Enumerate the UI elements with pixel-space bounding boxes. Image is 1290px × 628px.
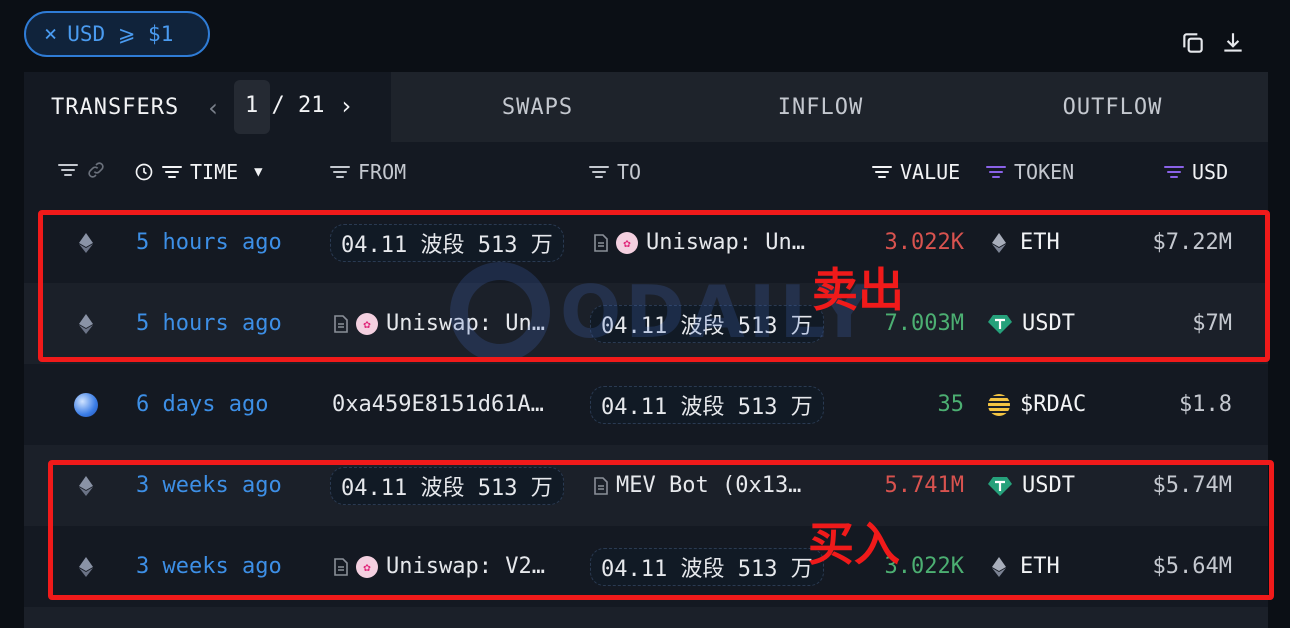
prev-page-button[interactable]: ‹ <box>206 94 220 122</box>
filter-icon[interactable] <box>872 165 892 179</box>
rdac-icon <box>988 393 1010 416</box>
tab-swaps[interactable]: SWAPS <box>391 72 684 142</box>
filter-icon[interactable] <box>1164 165 1184 179</box>
usd-filter-chip[interactable]: × USD ⩾ $1 <box>24 11 210 57</box>
table-row[interactable]: 6 days ago 0xa459E8151d61A… 04.11 波段 513… <box>24 364 1268 445</box>
usd-cell: $1.8 <box>1179 392 1232 417</box>
toolbar-icons <box>1180 30 1246 56</box>
usd-header[interactable]: USD <box>1164 160 1228 184</box>
link-icon[interactable] <box>86 160 106 180</box>
time-cell[interactable]: 6 days ago <box>136 364 268 445</box>
from-cell[interactable]: 0xa459E8151d61A… <box>332 364 572 445</box>
value-header[interactable]: VALUE <box>872 160 960 184</box>
buy-annotation: 买入 <box>808 517 900 571</box>
token-header[interactable]: TOKEN <box>986 160 1074 184</box>
token-cell[interactable]: $RDAC <box>988 364 1086 445</box>
download-icon[interactable] <box>1220 30 1246 56</box>
filter-icon[interactable] <box>986 165 1006 179</box>
token-header-label: TOKEN <box>1014 160 1075 184</box>
filter-icon[interactable] <box>162 165 182 179</box>
to-header-label: TO <box>617 160 642 184</box>
table-header: TIME ▼ FROM TO VALUE TOKEN USD <box>24 142 1268 202</box>
tab-outflow[interactable]: OUTFLOW <box>957 72 1268 142</box>
filter-label: USD ⩾ $1 <box>67 22 174 46</box>
filter-icon[interactable] <box>330 165 350 179</box>
filter-icon[interactable] <box>589 165 609 179</box>
page-current: 1 <box>245 93 259 118</box>
to-cell[interactable]: 04.11 波段 513 万 <box>590 364 830 445</box>
usd-header-label: USD <box>1192 160 1229 184</box>
sell-highlight-box <box>38 210 1270 362</box>
value-header-label: VALUE <box>900 160 961 184</box>
chain-filter[interactable] <box>58 160 106 180</box>
from-header[interactable]: FROM <box>330 160 406 184</box>
pager-text: 1 / 21 <box>245 93 325 118</box>
address-label[interactable]: 0xa459E8151d61A… <box>332 392 544 417</box>
value-cell: 35 <box>937 392 965 417</box>
tab-inflow[interactable]: INFLOW <box>684 72 957 142</box>
buy-highlight-box <box>48 460 1274 600</box>
sell-annotation: 卖出 <box>812 263 904 317</box>
time-header[interactable]: TIME ▼ <box>134 160 263 184</box>
chain-icon <box>74 392 98 417</box>
clock-icon <box>135 163 153 181</box>
copy-icon[interactable] <box>1180 30 1206 56</box>
chain-cell <box>74 364 98 445</box>
table-row <box>24 607 1268 628</box>
page-separator: / <box>258 93 298 118</box>
top-bar: × USD ⩾ $1 <box>0 0 1290 72</box>
tab-bar: TRANSFERS ‹ 1 / 21 › SWAPS INFLOW OUTFLO… <box>24 72 1268 142</box>
close-icon[interactable]: × <box>44 22 57 47</box>
filter-icon[interactable] <box>58 163 78 177</box>
time-header-label: TIME <box>190 160 239 184</box>
to-header[interactable]: TO <box>589 160 641 184</box>
sort-desc-icon[interactable]: ▼ <box>254 164 262 180</box>
from-header-label: FROM <box>358 160 407 184</box>
tab-transfers-label: TRANSFERS <box>51 94 180 120</box>
page-total: 21 <box>298 93 325 118</box>
address-label[interactable]: 04.11 波段 513 万 <box>590 385 824 424</box>
next-page-button[interactable]: › <box>339 92 353 120</box>
token-symbol: $RDAC <box>1020 392 1087 417</box>
